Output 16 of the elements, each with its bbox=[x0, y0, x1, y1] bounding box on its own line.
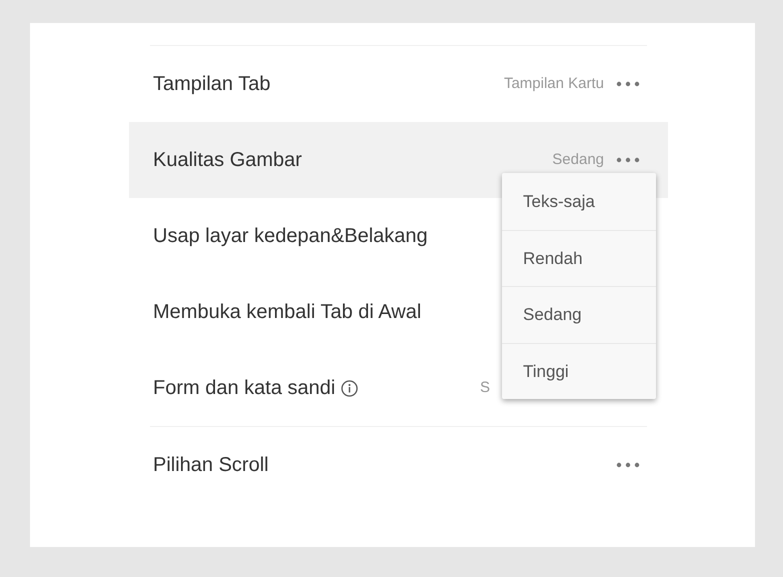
info-icon[interactable] bbox=[341, 380, 358, 396]
setting-value: S bbox=[480, 378, 490, 398]
menu-item[interactable]: Rendah bbox=[502, 230, 656, 286]
setting-label: Tampilan Tab bbox=[153, 72, 270, 97]
setting-label: Form dan kata sandi bbox=[153, 376, 336, 401]
menu-item[interactable]: Sedang bbox=[502, 286, 656, 342]
more-icon[interactable] bbox=[616, 462, 640, 468]
menu-item[interactable]: Tinggi bbox=[502, 342, 656, 399]
setting-label: Usap layar kedepan&Belakang bbox=[153, 224, 428, 249]
setting-value: Sedang bbox=[552, 150, 604, 170]
more-icon[interactable] bbox=[616, 81, 640, 87]
setting-label: Kualitas Gambar bbox=[153, 148, 302, 173]
setting-label: Pilihan Scroll bbox=[153, 453, 269, 478]
more-icon[interactable] bbox=[616, 157, 640, 163]
setting-value: Tampilan Kartu bbox=[504, 74, 604, 94]
setting-label: Membuka kembali Tab di Awal bbox=[153, 300, 422, 325]
